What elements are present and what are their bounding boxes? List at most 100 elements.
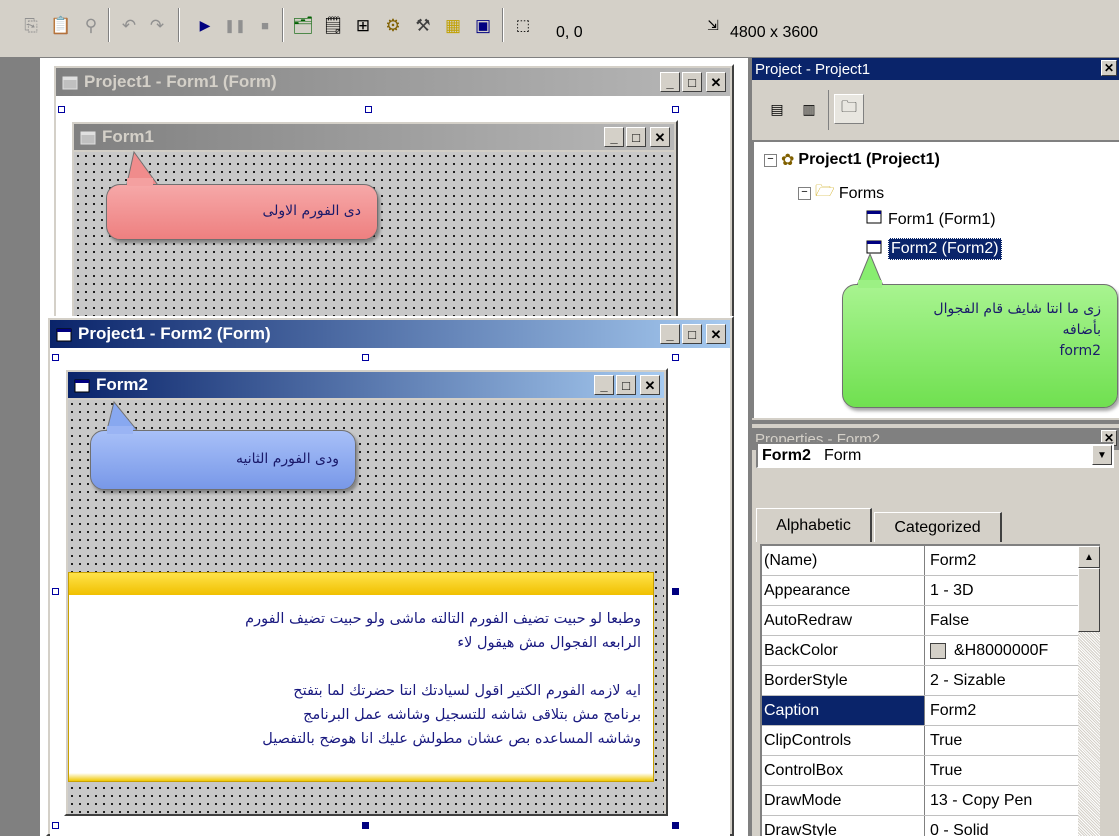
callout-line: زى ما انتا شايف قام الفجوال	[933, 301, 1101, 317]
resize-handle[interactable]	[52, 822, 59, 829]
property-row[interactable]: ControlBox True	[762, 756, 1080, 786]
resize-handle[interactable]	[672, 822, 679, 829]
scroll-thumb[interactable]	[1078, 568, 1100, 632]
position-readout: 0, 0	[556, 24, 583, 41]
property-row[interactable]: ClipControls True	[762, 726, 1080, 756]
resize-handle[interactable]	[672, 354, 679, 361]
close-button[interactable]: ✕	[706, 72, 726, 92]
form-icon	[62, 75, 78, 90]
form2-designer-title: Project1 - Form2 (Form)	[78, 324, 271, 343]
minimize-button: _	[594, 375, 614, 395]
form2-caption: Form2	[96, 375, 148, 394]
resize-handle[interactable]	[362, 822, 369, 829]
resize-handle[interactable]	[52, 588, 59, 595]
property-row[interactable]: BorderStyle 2 - Sizable	[762, 666, 1080, 696]
properties-window-icon[interactable]: 🗒	[320, 12, 346, 38]
property-value[interactable]: 1 - 3D	[930, 582, 974, 600]
tab-alphabetic[interactable]: Alphabetic	[756, 508, 872, 542]
undo-icon[interactable]: ↶	[116, 12, 142, 38]
property-value[interactable]: 2 - Sizable	[930, 672, 1006, 690]
toolbox-icon[interactable]: ⚒	[410, 12, 436, 38]
resize-handle[interactable]	[672, 106, 679, 113]
resize-handle[interactable]	[58, 106, 65, 113]
scroll-up-icon[interactable]: ▲	[1078, 546, 1100, 568]
dropdown-arrow-icon[interactable]: ▼	[1092, 445, 1112, 465]
maximize-button: □	[616, 375, 636, 395]
property-value[interactable]: False	[930, 612, 969, 630]
minimize-button[interactable]: _	[660, 72, 680, 92]
collapse-icon[interactable]: −	[798, 187, 811, 200]
find-icon[interactable]: ⚲	[78, 12, 104, 38]
resize-handle[interactable]	[365, 106, 372, 113]
maximize-button: □	[626, 127, 646, 147]
close-button[interactable]: ✕	[1101, 60, 1117, 76]
break-icon[interactable]: ❚❚	[222, 12, 248, 38]
property-row[interactable]: DrawMode 13 - Copy Pen	[762, 786, 1080, 816]
position-icon: ⬚	[515, 16, 531, 34]
vertical-scrollbar[interactable]: ▲	[1078, 546, 1100, 836]
property-name: Caption	[764, 702, 820, 719]
callout-line: form2	[1059, 343, 1101, 359]
form1-designer-titlebar[interactable]: Project1 - Form1 (Form) _ □ ✕	[56, 68, 730, 96]
property-row[interactable]: Appearance 1 - 3D	[762, 576, 1080, 606]
maximize-button[interactable]: □	[682, 72, 702, 92]
note-footer-bar	[69, 773, 653, 781]
property-name: (Name)	[764, 552, 818, 569]
property-value[interactable]: &H8000000F	[954, 642, 1048, 660]
maximize-button[interactable]: □	[682, 324, 702, 344]
color-swatch	[930, 643, 946, 659]
note-header-bar	[69, 573, 653, 595]
tab-categorized[interactable]: Categorized	[874, 512, 1002, 542]
property-grid: (Name) Form2 Appearance 1 - 3D AutoRedra…	[760, 544, 1100, 836]
object-selector[interactable]: Form2 Form ▼	[756, 442, 1114, 468]
tree-node-forms-folder[interactable]: − 🗁 Forms	[798, 180, 884, 207]
form1-caption: Form1	[102, 127, 154, 146]
project-explorer-icon[interactable]: 🗂	[290, 12, 316, 38]
resize-handle[interactable]	[672, 588, 679, 595]
view-object-icon[interactable]: ▥	[798, 98, 820, 120]
redo-icon[interactable]: ↷	[144, 12, 170, 38]
form-icon	[74, 378, 90, 393]
toolbar-separator	[178, 8, 180, 42]
view-code-icon[interactable]: ▤	[766, 98, 788, 120]
property-value[interactable]: 0 - Solid	[930, 822, 989, 836]
minimize-button[interactable]: _	[660, 324, 680, 344]
copy-icon[interactable]: ⎘	[18, 12, 44, 38]
form1-designer-title: Project1 - Form1 (Form)	[84, 72, 277, 91]
resize-handle[interactable]	[362, 354, 369, 361]
size-icon: ⇲	[707, 17, 719, 33]
component-manager-icon[interactable]: ▣	[470, 12, 496, 38]
toggle-folders-icon[interactable]: 🗀	[834, 94, 864, 124]
form2-designer-titlebar[interactable]: Project1 - Form2 (Form) _ □ ✕	[50, 320, 730, 348]
property-row[interactable]: AutoRedraw False	[762, 606, 1080, 636]
end-icon[interactable]: ■	[252, 12, 278, 38]
property-row[interactable]: DrawStyle 0 - Solid	[762, 816, 1080, 836]
close-button: ✕	[640, 375, 660, 395]
start-icon[interactable]: ▶	[192, 12, 218, 38]
note-line: برنامج مش بتلاقى شاشه للتسجيل وشاشه عمل …	[303, 707, 641, 723]
object-type: Form	[824, 447, 862, 464]
project-explorer-titlebar[interactable]: Project - Project1 ✕	[752, 58, 1119, 80]
tree-node-form1[interactable]: Form1 (Form1)	[866, 210, 996, 229]
tree-node-project[interactable]: − ✿ Project1 (Project1)	[764, 150, 940, 170]
property-value[interactable]: Form2	[930, 552, 976, 570]
resize-handle[interactable]	[52, 354, 59, 361]
property-row-selected[interactable]: Caption Form2	[762, 696, 1080, 726]
form-layout-icon[interactable]: ⊞	[350, 12, 376, 38]
property-value[interactable]: True	[930, 762, 962, 780]
property-name: ControlBox	[764, 762, 844, 779]
object-browser-icon[interactable]: ⚙	[380, 12, 406, 38]
property-value[interactable]: 13 - Copy Pen	[930, 792, 1032, 810]
paste-icon[interactable]: 📋	[48, 12, 74, 38]
property-value[interactable]: True	[930, 732, 962, 750]
close-button[interactable]: ✕	[706, 324, 726, 344]
property-row[interactable]: (Name) Form2	[762, 546, 1080, 576]
tree-form2-label: Form2 (Form2)	[888, 238, 1002, 260]
callout-line: بأضافه	[1062, 322, 1101, 338]
property-name: DrawStyle	[764, 822, 837, 836]
property-row[interactable]: BackColor &H8000000F	[762, 636, 1080, 666]
property-name: BorderStyle	[764, 672, 848, 689]
property-value[interactable]: Form2	[930, 702, 976, 720]
data-view-icon[interactable]: ▦	[440, 12, 466, 38]
collapse-icon[interactable]: −	[764, 153, 777, 167]
